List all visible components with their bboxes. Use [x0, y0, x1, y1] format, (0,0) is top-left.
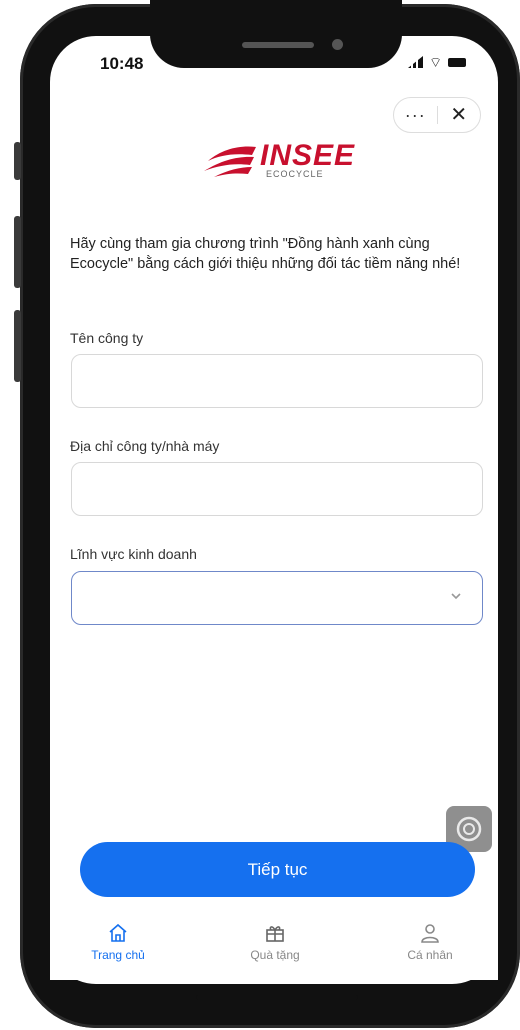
company-address-label: Địa chỉ công ty/nhà máy: [70, 438, 220, 454]
tab-profile-label: Cá nhân: [407, 948, 453, 962]
speaker-grille: [242, 42, 314, 48]
continue-button[interactable]: Tiếp tục: [80, 842, 475, 897]
volume-down-button: [14, 310, 21, 382]
status-time: 10:48: [100, 54, 144, 73]
notch: [150, 0, 402, 68]
insee-logo: INSEE ECOCYCLE: [200, 135, 370, 185]
signal-icon: [408, 56, 423, 68]
company-address-input[interactable]: [71, 462, 483, 516]
wifi-icon: ⌔: [429, 54, 443, 70]
logo-sub-text: ECOCYCLE: [266, 169, 324, 179]
intro-text: Hãy cùng tham gia chương trình "Đồng hàn…: [70, 236, 461, 272]
tab-gifts-label: Quà tặng: [250, 948, 300, 962]
user-icon: [421, 924, 439, 943]
home-icon: [109, 923, 127, 942]
close-button[interactable]: ✕: [438, 98, 481, 132]
volume-up-button: [14, 216, 21, 288]
business-field-select[interactable]: [71, 571, 483, 625]
company-name-input[interactable]: [71, 354, 483, 408]
status-icons: ⌔: [408, 54, 467, 70]
tab-profile[interactable]: Cá nhân: [380, 922, 480, 962]
logo-brand-text: INSEE: [260, 139, 356, 172]
gift-icon: [266, 926, 284, 942]
home-indicator: [196, 995, 358, 1000]
front-camera: [332, 39, 343, 50]
business-field-label: Lĩnh vực kinh doanh: [70, 546, 197, 562]
company-name-label: Tên công ty: [70, 330, 144, 346]
tab-home[interactable]: Trang chủ: [68, 922, 168, 962]
chevron-down-icon: [451, 593, 461, 600]
battery-icon: [448, 57, 467, 67]
eagle-logo-icon: [204, 146, 256, 177]
tab-gifts[interactable]: Quà tặng: [225, 922, 325, 962]
more-button[interactable]: ···: [394, 98, 437, 132]
tab-home-label: Trang chủ: [91, 948, 145, 962]
tab-bar: Trang chủ Quà tặng Cá nhân: [50, 910, 498, 980]
mute-switch: [14, 142, 21, 180]
mini-program-capsule: ··· ✕: [393, 97, 481, 133]
